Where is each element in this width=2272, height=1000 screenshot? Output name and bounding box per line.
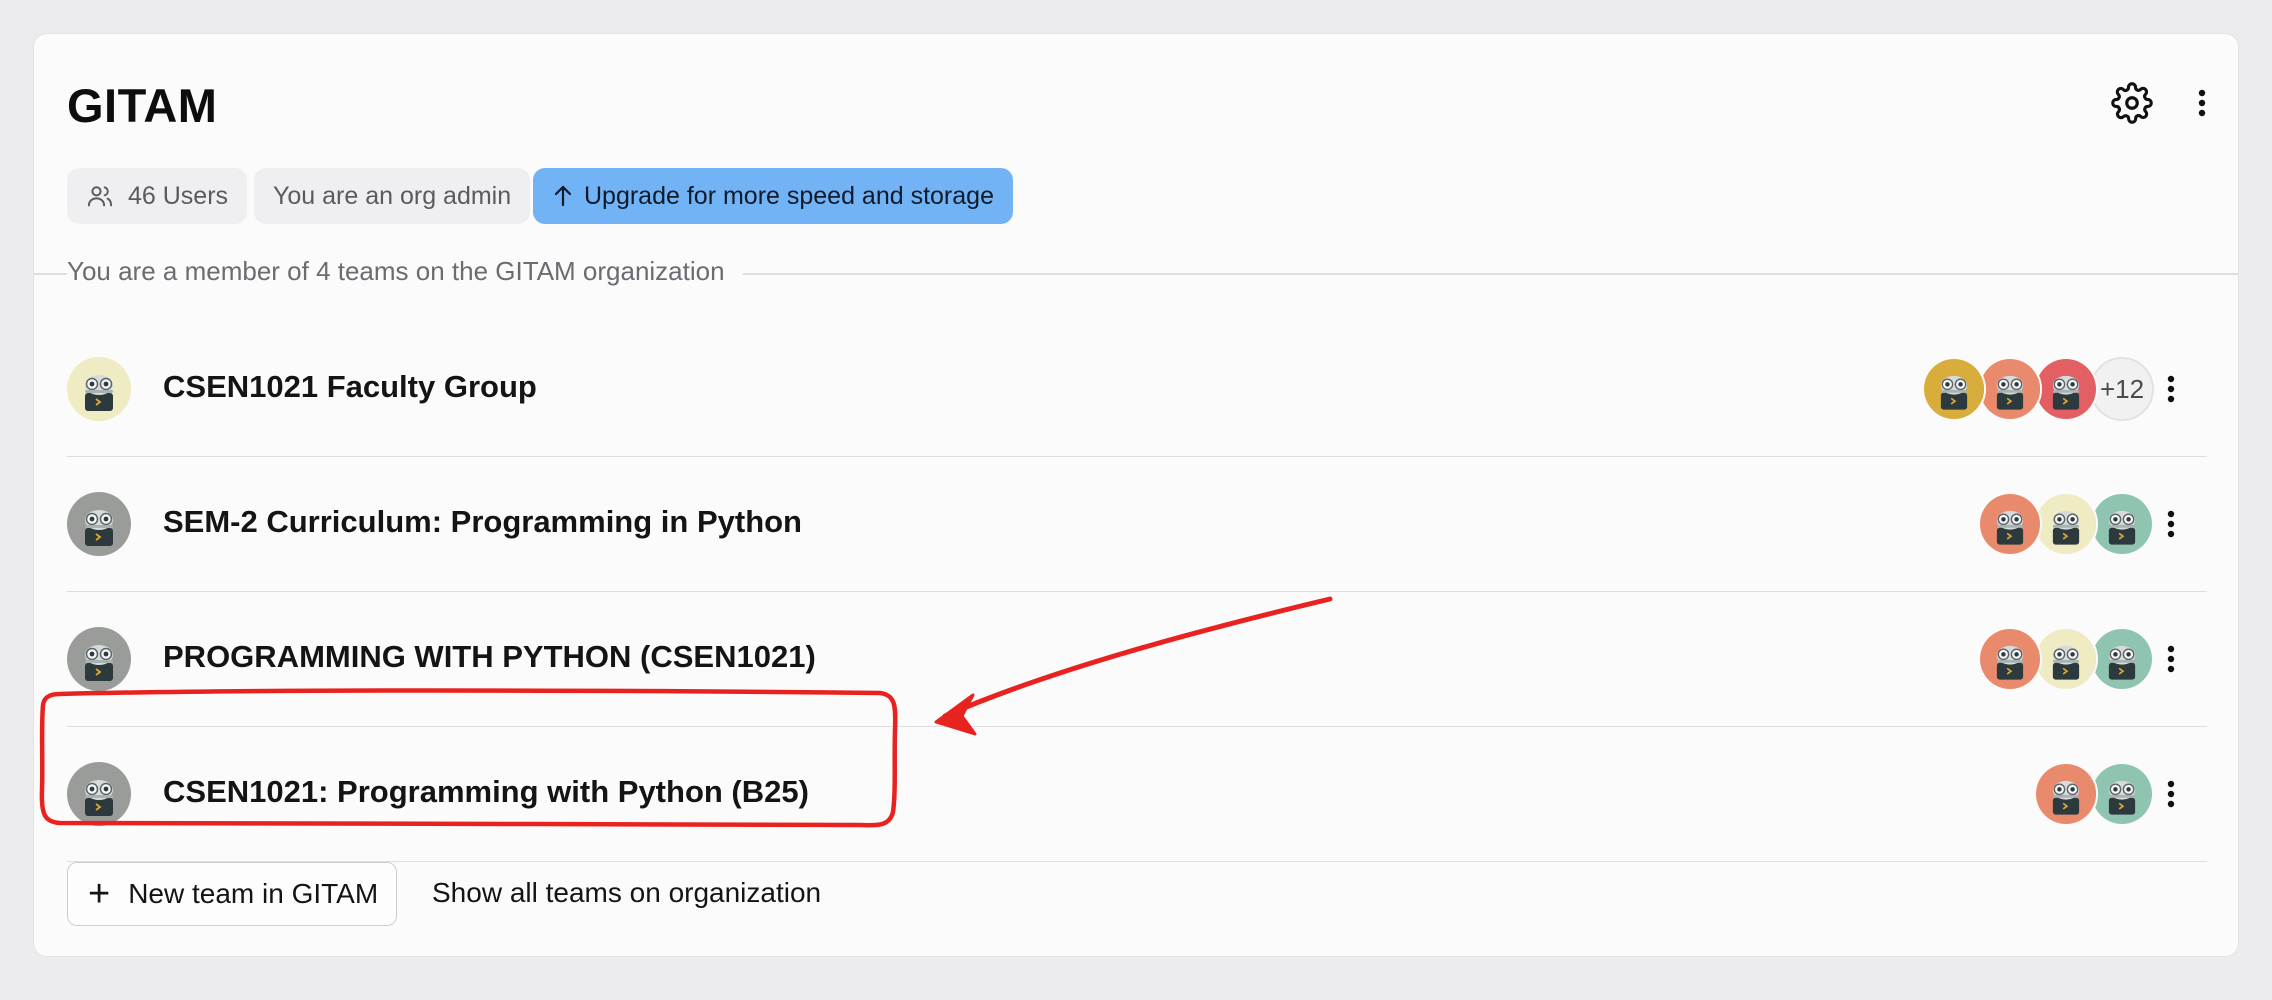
vertical-dots-icon <box>2167 375 2175 403</box>
team-row[interactable]: CSEN1021: Programming with Python (B25) <box>67 727 2207 862</box>
new-team-label: New team in GITAM <box>128 878 379 909</box>
vertical-dots-icon <box>2167 510 2175 538</box>
show-all-teams-link[interactable]: Show all teams on organization <box>432 877 821 909</box>
team-avatar <box>67 492 131 556</box>
org-title: GITAM <box>67 79 218 132</box>
settings-button[interactable] <box>2102 73 2162 133</box>
member-avatar <box>1978 627 2042 691</box>
new-team-button[interactable]: + New team in GITAM <box>67 862 398 926</box>
member-avatar <box>2034 762 2098 826</box>
member-avatar <box>2034 357 2098 421</box>
gear-icon <box>2111 82 2153 124</box>
team-members[interactable] <box>1978 627 2154 691</box>
team-name[interactable]: SEM-2 Curriculum: Programming in Python <box>163 504 802 540</box>
role-badge: You are an org admin <box>254 168 531 224</box>
member-avatar <box>1978 357 2042 421</box>
member-avatar <box>2034 627 2098 691</box>
users-count: 46 Users <box>128 181 229 210</box>
vertical-dots-icon <box>2167 780 2175 808</box>
member-avatar <box>1978 492 2042 556</box>
plus-icon: + <box>88 873 111 915</box>
team-avatar <box>67 357 131 421</box>
team-members[interactable]: +12 <box>1922 357 2154 421</box>
users-badge[interactable]: 46 Users <box>67 168 248 224</box>
teams-section-label: You are a member of 4 teams on the GITAM… <box>67 256 743 287</box>
arrow-up-icon <box>554 185 572 207</box>
team-menu-button[interactable] <box>2141 359 2201 419</box>
member-avatar <box>2090 762 2154 826</box>
vertical-dots-icon <box>2167 645 2175 673</box>
member-avatar <box>1922 357 1986 421</box>
org-menu-button[interactable] <box>2172 73 2232 133</box>
team-name[interactable]: CSEN1021: Programming with Python (B25) <box>163 774 809 810</box>
team-name[interactable]: PROGRAMMING WITH PYTHON (CSEN1021) <box>163 639 816 675</box>
member-avatar <box>2090 627 2154 691</box>
team-members[interactable] <box>1978 492 2154 556</box>
member-avatar <box>2034 492 2098 556</box>
vertical-dots-icon <box>2198 89 2206 117</box>
org-card: GITAM 46 Users You are an org admin Upgr… <box>33 33 2239 957</box>
team-name[interactable]: CSEN1021 Faculty Group <box>163 369 537 405</box>
team-avatar <box>67 627 131 691</box>
team-avatar <box>67 762 131 826</box>
upgrade-button[interactable]: Upgrade for more speed and storage <box>533 168 1013 224</box>
team-members[interactable] <box>2034 762 2154 826</box>
upgrade-label: Upgrade for more speed and storage <box>584 181 994 210</box>
team-row[interactable]: SEM-2 Curriculum: Programming in Python <box>67 457 2207 592</box>
team-row[interactable]: PROGRAMMING WITH PYTHON (CSEN1021) <box>67 592 2207 727</box>
role-label: You are an org admin <box>273 181 512 210</box>
member-avatar <box>2090 492 2154 556</box>
users-icon <box>87 186 113 207</box>
team-row[interactable]: CSEN1021 Faculty Group +12 <box>67 322 2207 457</box>
